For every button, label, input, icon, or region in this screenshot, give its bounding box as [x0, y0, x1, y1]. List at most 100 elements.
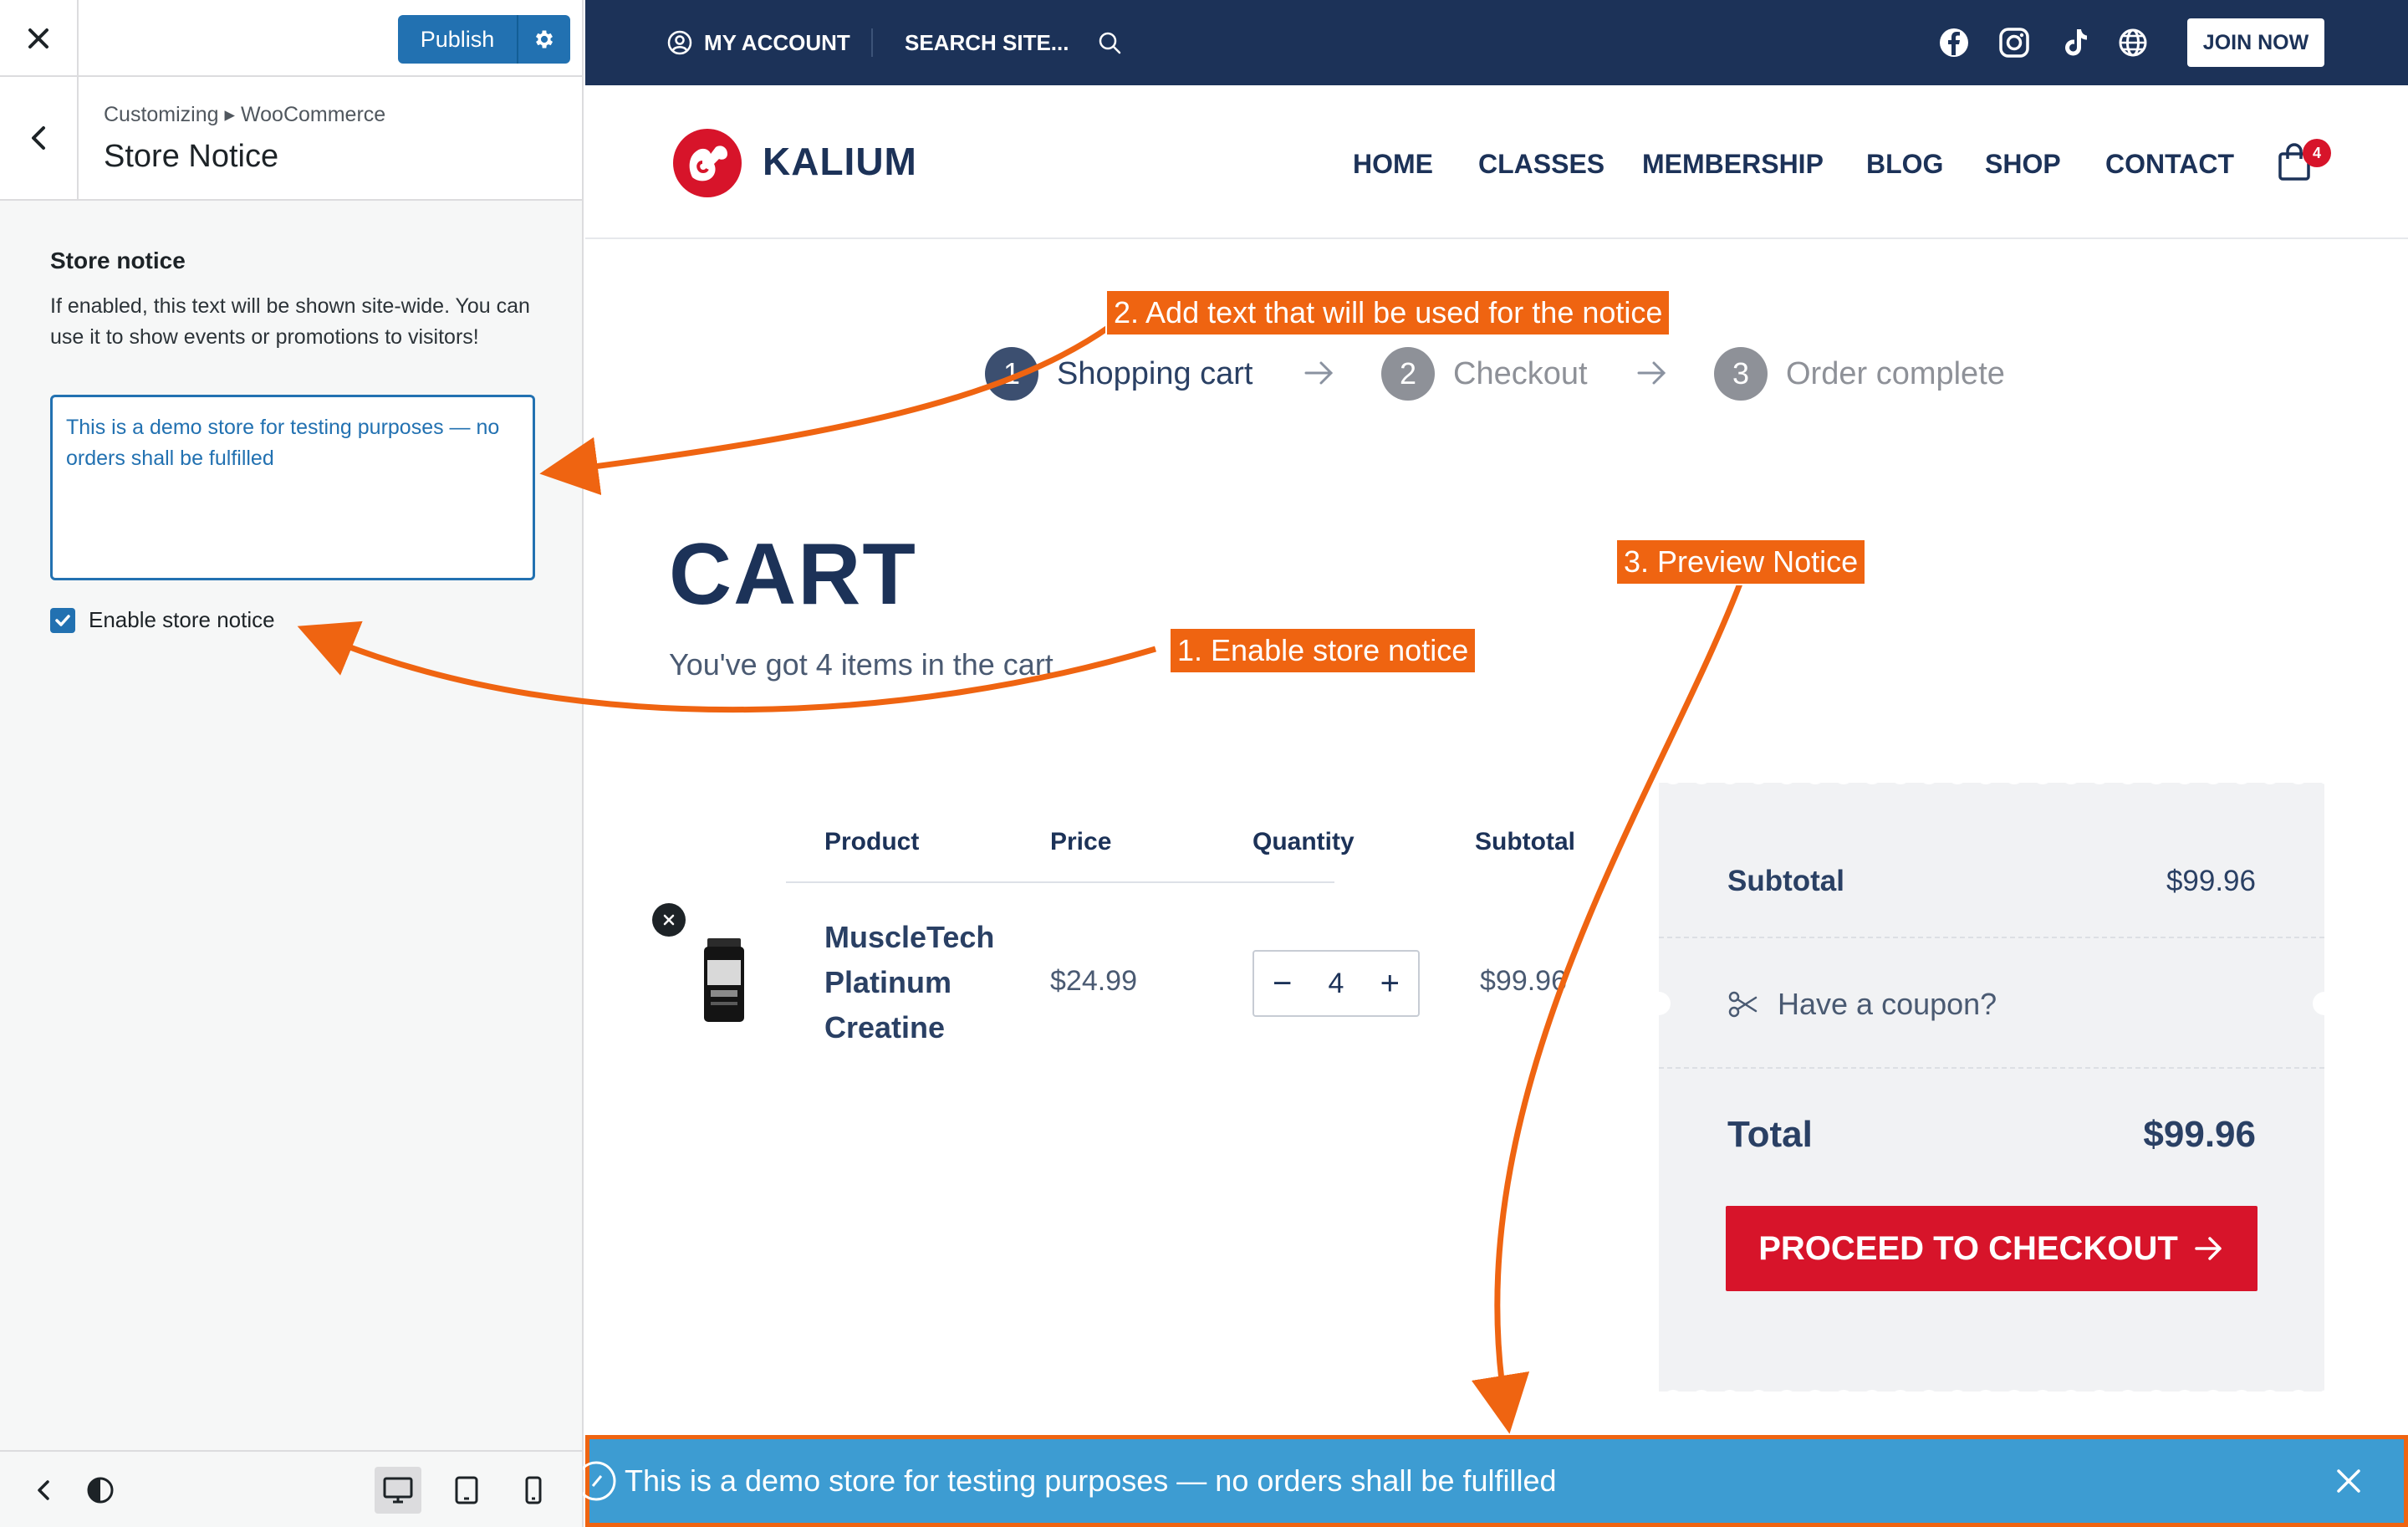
- field-description: If enabled, this text will be shown site…: [50, 294, 530, 349]
- site-header: KALIUM HOME CLASSES MEMBERSHIP BLOG SHOP…: [585, 85, 2408, 239]
- step-label: Checkout: [1453, 355, 1588, 391]
- desktop-icon: [383, 1477, 413, 1504]
- total-value: $99.96: [2143, 1114, 2256, 1155]
- customizer-footer: [0, 1450, 582, 1527]
- annotation-step-3: 3. Preview Notice: [1615, 539, 1867, 585]
- facebook-icon[interactable]: [1936, 25, 1972, 60]
- chevron-left-icon: [38, 1480, 49, 1500]
- checkmark-icon: [55, 614, 70, 626]
- arrow-right-icon: [1637, 361, 1666, 385]
- mobile-icon: [525, 1476, 542, 1504]
- globe-icon[interactable]: [2115, 25, 2150, 60]
- product-name-link[interactable]: MuscleTech Platinum Creatine: [824, 915, 1025, 1050]
- scalloped-edge: [1659, 1380, 2324, 1403]
- site-preview: MY ACCOUNT SEARCH SITE... JOIN NOW KALIU…: [583, 0, 2408, 1527]
- checkout-label: PROCEED TO CHECKOUT: [1758, 1229, 2178, 1267]
- item-price: $24.99: [1050, 965, 1137, 997]
- divider: [1659, 937, 2324, 938]
- top-bar: MY ACCOUNT SEARCH SITE... JOIN NOW: [585, 0, 2408, 85]
- contrast-icon: [87, 1477, 114, 1504]
- desktop-preview-button[interactable]: [375, 1467, 421, 1514]
- step-number: 2: [1381, 347, 1435, 401]
- site-logo[interactable]: KALIUM: [669, 125, 917, 197]
- tablet-icon: [455, 1476, 478, 1504]
- search-icon: [1099, 32, 1121, 54]
- nav-home[interactable]: HOME: [1353, 149, 1433, 180]
- divider: [1659, 1067, 2324, 1069]
- total-label: Total: [1727, 1114, 1813, 1155]
- my-account-label: MY ACCOUNT: [704, 29, 850, 55]
- subtotal-value: $99.96: [2166, 865, 2256, 897]
- total-row: Total $99.96: [1727, 1114, 2256, 1156]
- store-notice-textarea[interactable]: This is a demo store for testing purpose…: [50, 395, 535, 580]
- collapse-sidebar-button[interactable]: [20, 1467, 67, 1514]
- section-header: Customizing ▸ WooCommerce Store Notice: [0, 77, 582, 201]
- nav-contact[interactable]: CONTACT: [2105, 149, 2234, 180]
- arrow-right-icon: [1304, 361, 1334, 385]
- column-header-price: Price: [1050, 828, 1112, 855]
- column-header-product: Product: [824, 828, 920, 855]
- section-title: Store Notice: [104, 139, 279, 174]
- join-now-button[interactable]: JOIN NOW: [2187, 18, 2324, 67]
- divider: [871, 28, 873, 57]
- subtotal-label: Subtotal: [1727, 865, 1844, 897]
- nav-blog[interactable]: BLOG: [1866, 149, 1943, 180]
- customizer-sidebar: Publish Customizing ▸ WooCommerce Store …: [0, 0, 584, 1527]
- user-circle-icon: [667, 30, 692, 55]
- publish-button[interactable]: Publish: [398, 15, 518, 64]
- arrow-right-icon: [2195, 1237, 2222, 1260]
- column-header-subtotal: Subtotal: [1475, 828, 1575, 855]
- tiktok-icon[interactable]: [2057, 25, 2092, 60]
- checkbox-checked[interactable]: [50, 607, 75, 633]
- scalloped-edge: [1659, 771, 2324, 794]
- quantity-stepper[interactable]: − 4 +: [1252, 950, 1420, 1017]
- close-icon: [663, 914, 675, 926]
- dismiss-notice-icon[interactable]: [2330, 1463, 2367, 1499]
- nav-classes[interactable]: CLASSES: [1478, 149, 1604, 180]
- close-customizer-button[interactable]: [0, 0, 79, 77]
- publish-group: Publish: [398, 15, 570, 64]
- enable-store-notice-checkbox[interactable]: Enable store notice: [50, 607, 275, 633]
- search-link[interactable]: SEARCH SITE...: [905, 0, 1069, 85]
- quantity-value[interactable]: 4: [1329, 968, 1344, 1000]
- decrease-quantity-button[interactable]: −: [1273, 967, 1292, 1000]
- step-number: 1: [985, 347, 1038, 401]
- header-cart-button[interactable]: 4: [2276, 139, 2331, 186]
- enable-label: Enable store notice: [89, 607, 275, 632]
- product-thumbnail[interactable]: [699, 935, 749, 1027]
- increase-quantity-button[interactable]: +: [1380, 967, 1400, 1000]
- nav-shop[interactable]: SHOP: [1985, 149, 2061, 180]
- nav-membership[interactable]: MEMBERSHIP: [1642, 149, 1824, 180]
- instagram-icon[interactable]: [1997, 25, 2032, 60]
- store-notice-control: Store notice If enabled, this text will …: [50, 248, 543, 353]
- gear-icon: [535, 30, 554, 49]
- scissors-icon: [1728, 991, 1758, 1018]
- store-notice-bar: This is a demo store for testing purpose…: [583, 1435, 2408, 1527]
- breadcrumb: Customizing ▸ WooCommerce: [104, 103, 386, 126]
- cart-count-badge: 4: [2303, 139, 2331, 167]
- table-divider: [786, 881, 1334, 883]
- close-icon: [28, 28, 48, 49]
- step-label: Order complete: [1786, 355, 2005, 391]
- back-button[interactable]: [0, 77, 79, 199]
- publish-settings-button[interactable]: [518, 15, 570, 64]
- proceed-to-checkout-button[interactable]: PROCEED TO CHECKOUT: [1726, 1206, 2258, 1291]
- my-account-link[interactable]: MY ACCOUNT: [667, 0, 850, 85]
- search-label: SEARCH SITE...: [905, 29, 1069, 55]
- mobile-preview-button[interactable]: [510, 1467, 557, 1514]
- customizer-header: Publish: [0, 0, 582, 77]
- coupon-toggle[interactable]: Have a coupon?: [1727, 987, 2256, 1022]
- notch: [2313, 992, 2336, 1015]
- info-circle-icon: [583, 1461, 616, 1501]
- search-button[interactable]: [1097, 0, 1122, 85]
- subtotal-row: Subtotal $99.96: [1727, 865, 2256, 898]
- contrast-toggle-button[interactable]: [77, 1467, 124, 1514]
- remove-item-button[interactable]: [652, 903, 686, 937]
- tablet-preview-button[interactable]: [443, 1467, 490, 1514]
- step-number: 3: [1714, 347, 1768, 401]
- store-notice-text: This is a demo store for testing purpose…: [625, 1463, 1557, 1498]
- page-title: CART: [669, 526, 917, 623]
- logo-text: KALIUM: [763, 140, 917, 183]
- column-header-quantity: Quantity: [1252, 828, 1354, 855]
- field-label: Store notice: [50, 248, 186, 273]
